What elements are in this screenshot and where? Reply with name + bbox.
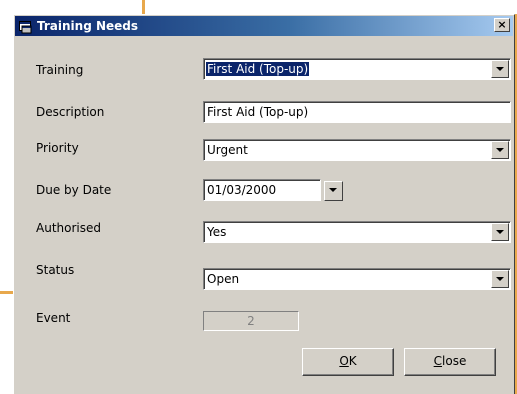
priority-select[interactable]: Urgent [203,139,511,161]
authorised-value: Yes [207,225,227,239]
priority-dropdown-button[interactable] [491,141,509,159]
event-label: Event [36,311,71,325]
accent-line-left [0,291,14,294]
close-button[interactable]: Close [404,348,496,376]
accent-line-top [142,0,145,15]
training-select[interactable]: First Aid (Top-up) [203,58,511,80]
chevron-down-icon [496,230,504,234]
status-dropdown-button[interactable] [491,270,509,288]
due-date-input[interactable]: 01/03/2000 [203,179,321,201]
chevron-down-icon [496,277,504,281]
due-date-label: Due by Date [36,183,112,197]
window-title: Training Needs [37,19,139,33]
window-app-icon [19,19,34,34]
ok-button-mnemonic: O [339,354,349,368]
date-picker-button[interactable] [324,181,343,201]
authorised-dropdown-button[interactable] [491,223,509,241]
ok-button[interactable]: OK [302,348,394,376]
description-value: First Aid (Top-up) [207,105,309,119]
authorised-select[interactable]: Yes [203,221,511,243]
close-window-button[interactable]: × [494,18,510,32]
chevron-down-icon [496,148,504,152]
chevron-down-icon [496,67,504,71]
authorised-label: Authorised [36,221,101,235]
training-value: First Aid (Top-up) [206,62,310,76]
chevron-down-icon [329,188,337,192]
status-select[interactable]: Open [203,268,511,290]
training-dropdown-button[interactable] [491,60,509,78]
title-bar[interactable]: Training Needs × [15,16,513,36]
status-label: Status [36,263,75,277]
due-date-value: 01/03/2000 [207,183,277,197]
training-needs-dialog: Training Needs × Training First Aid (Top… [13,14,515,394]
close-button-mnemonic: C [433,354,443,368]
event-value: 2 [247,314,255,328]
priority-label: Priority [36,141,79,155]
description-label: Description [36,105,105,119]
training-label: Training [36,63,84,77]
ok-button-label: K [348,354,357,368]
description-input[interactable]: First Aid (Top-up) [203,101,511,123]
close-button-label: lose [442,354,467,368]
priority-value: Urgent [207,143,248,157]
event-field: 2 [203,311,299,331]
status-value: Open [207,272,240,286]
